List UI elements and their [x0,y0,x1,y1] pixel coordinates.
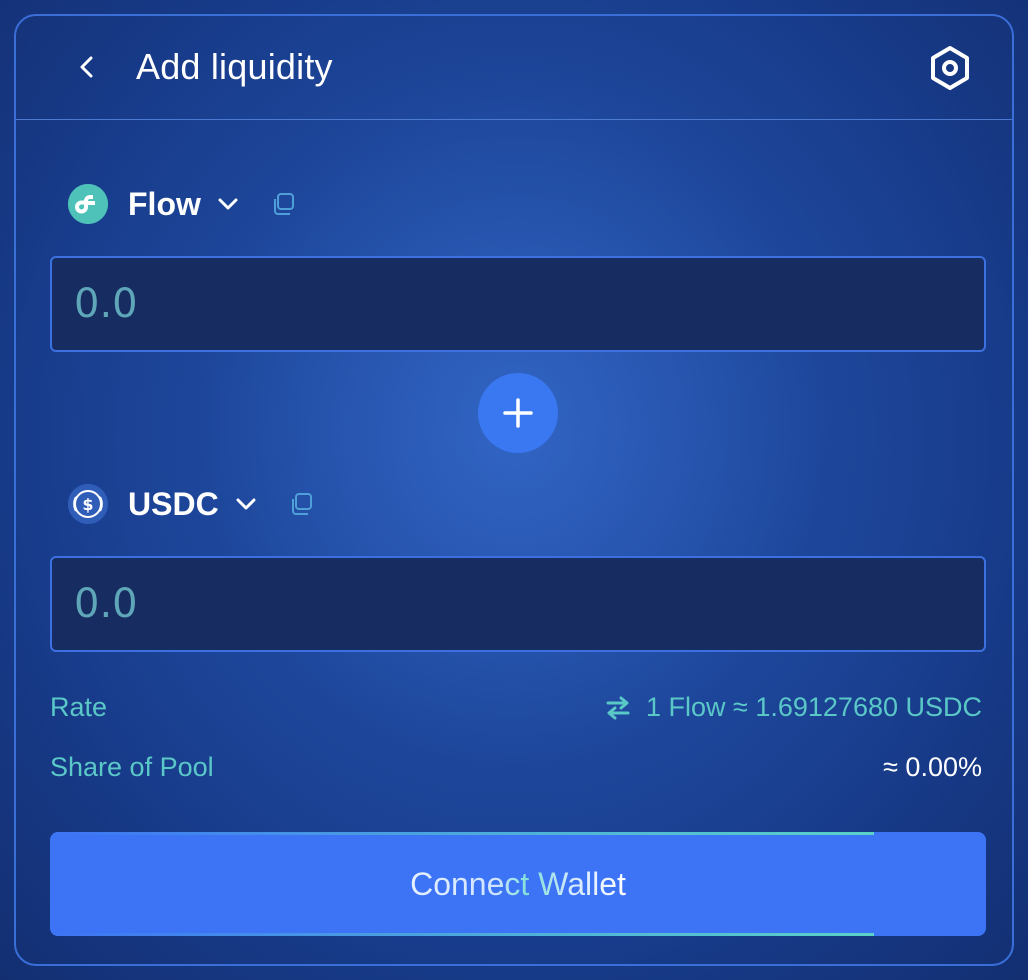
share-of-pool-label: Share of Pool [50,752,214,782]
card-header: Add liquidity [16,16,1012,120]
chevron-left-icon [80,56,93,78]
add-token-button[interactable] [478,373,558,453]
page: Add liquidity Flow 0.0 $ USDC 0.0 Rate 1… [0,0,1028,980]
rate-display: 1 Flow ≈ 1.69127680 USDC [604,692,982,723]
usdc-logo-icon: $ [68,484,108,524]
share-of-pool-value: ≈ 0.00% [883,752,982,782]
rate-value: 1 Flow ≈ 1.69127680 USDC [646,692,982,722]
token-b-row: $ USDC [68,482,315,526]
settings-button[interactable] [928,45,972,91]
flow-token-icon [68,184,108,224]
copy-icon[interactable] [269,190,297,218]
rate-label: Rate [50,692,108,722]
token-a-symbol: Flow [128,185,201,222]
token-b-selector[interactable]: USDC [108,486,259,523]
token-a-row: Flow [68,182,297,226]
usdc-token-icon: $ [68,484,108,524]
svg-text:$: $ [82,495,93,514]
token-b-symbol: USDC [128,485,219,522]
back-button[interactable] [72,52,102,82]
token-a-selector[interactable]: Flow [108,186,241,223]
chevron-down-icon [218,198,238,210]
swap-arrows-icon[interactable] [604,694,632,722]
connect-wallet-label: Connect Wallet [410,865,626,902]
copy-icon[interactable] [287,490,315,518]
hexagon-settings-icon [931,46,969,90]
add-liquidity-card: Add liquidity Flow 0.0 $ USDC 0.0 Rate 1… [14,14,1014,966]
flow-logo-icon [68,184,108,224]
token-a-amount-box [50,256,986,352]
page-title: Add liquidity [136,46,333,87]
connect-wallet-button[interactable]: Connect Wallet [50,832,986,936]
token-a-amount-input[interactable] [52,258,984,350]
token-b-amount-input[interactable] [52,558,984,650]
plus-icon [503,398,533,428]
chevron-down-icon [236,498,256,510]
token-b-amount-box [50,556,986,652]
